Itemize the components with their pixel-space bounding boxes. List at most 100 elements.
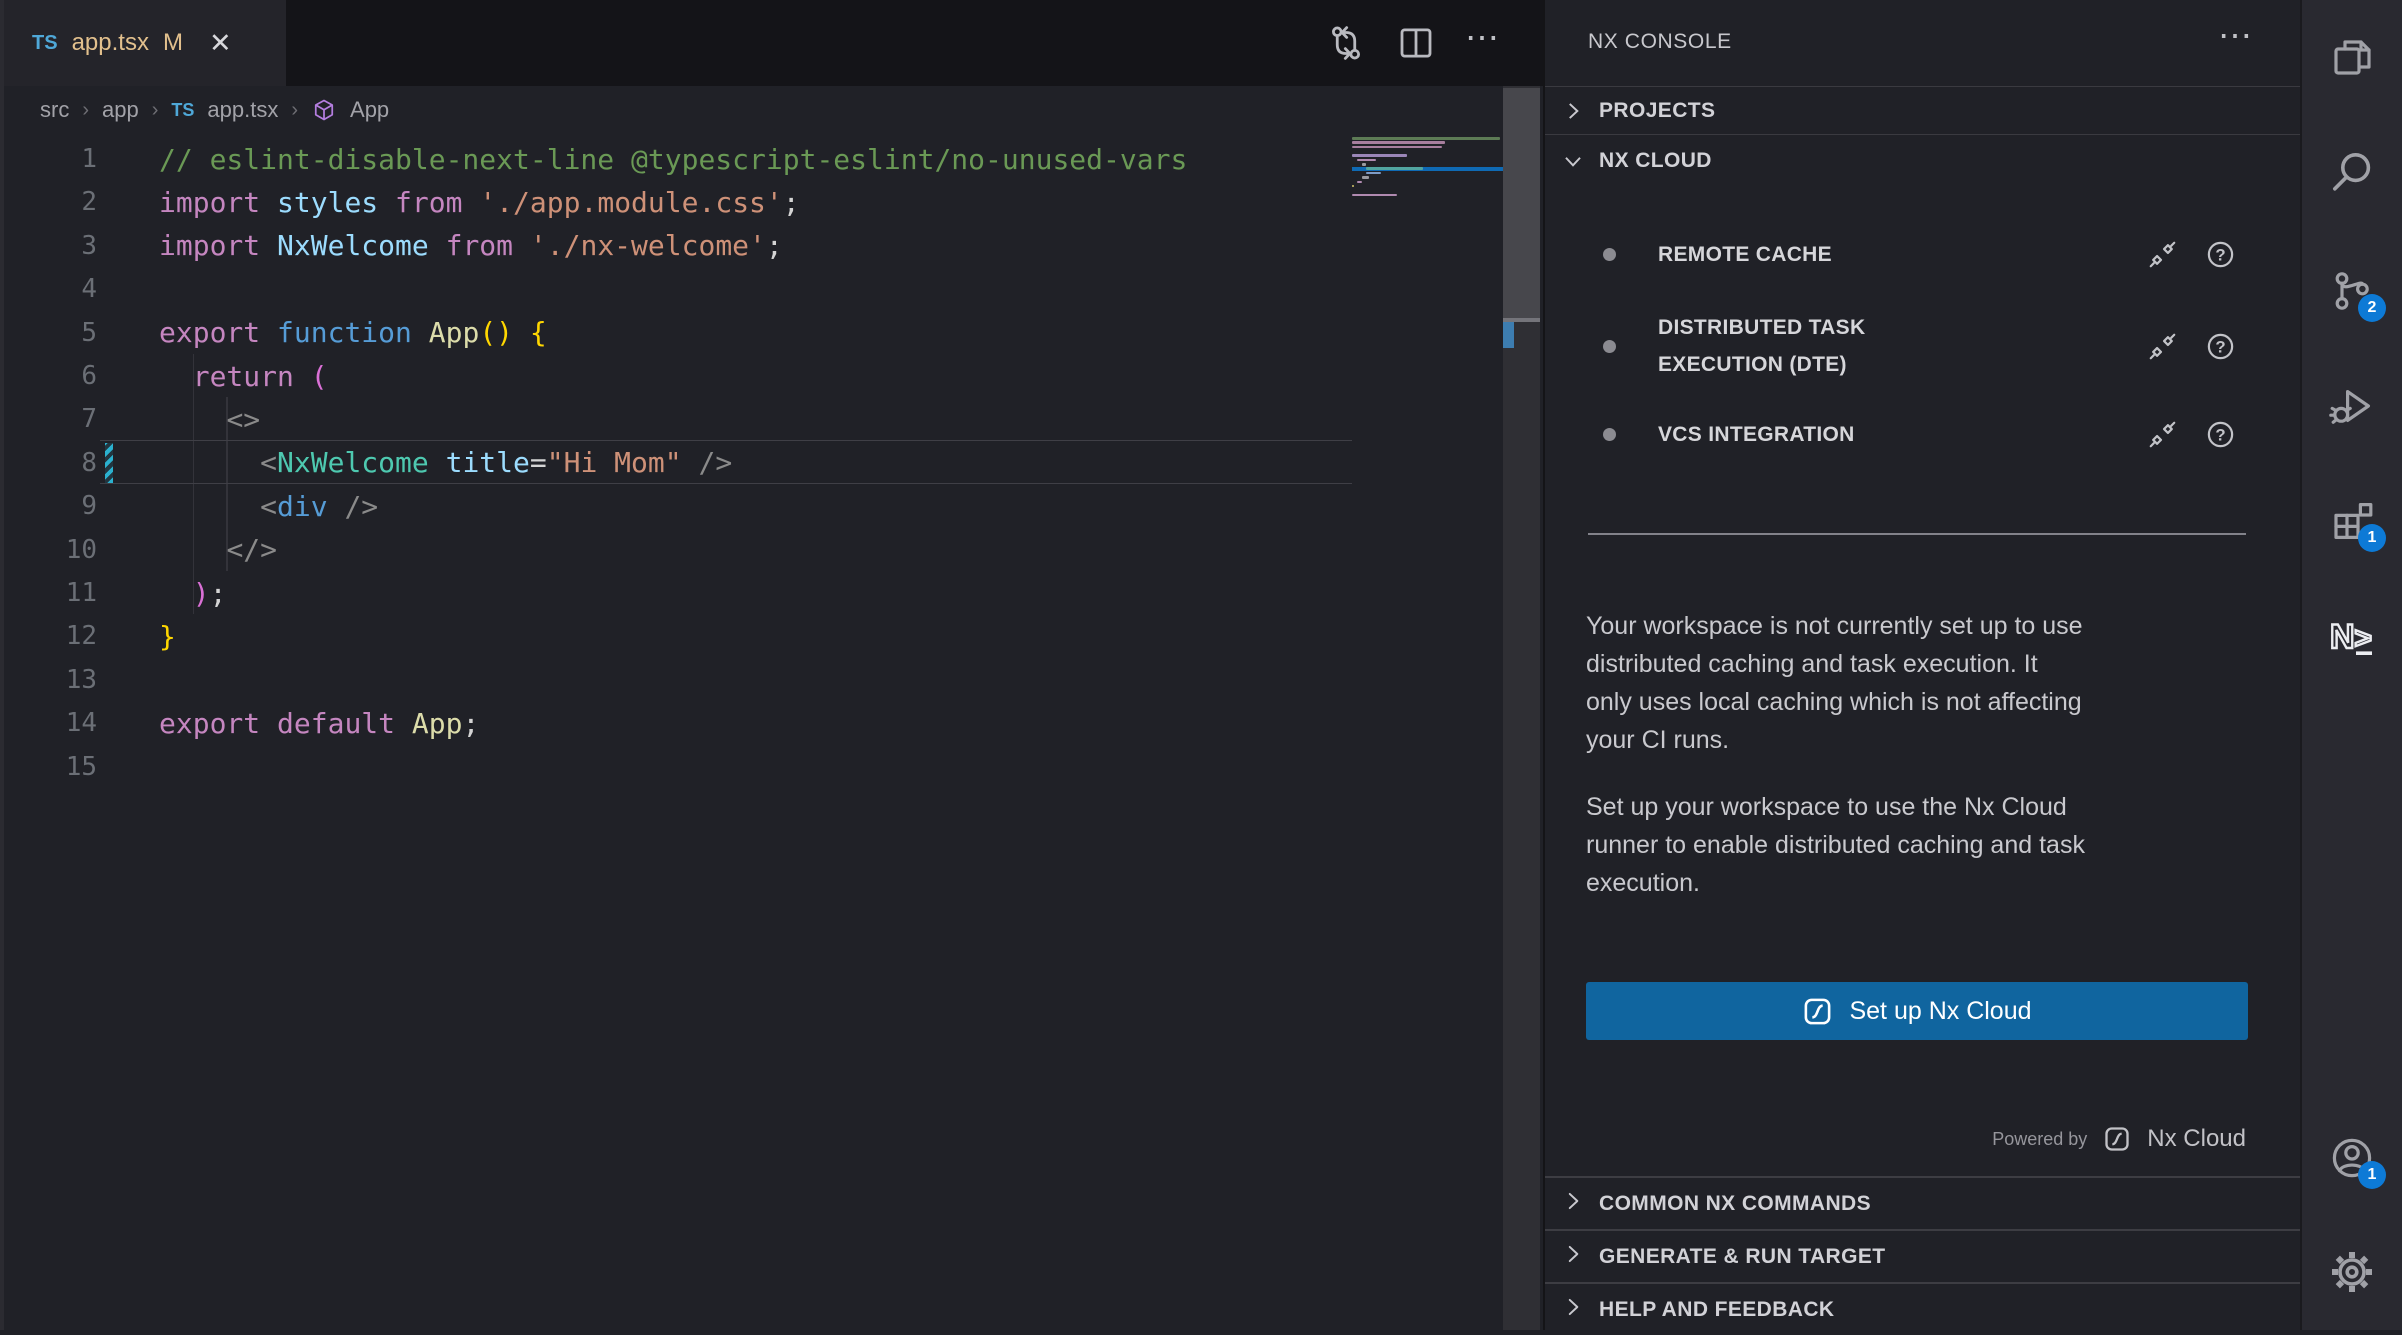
minimap-line: [1352, 146, 1442, 149]
badge: 1: [2358, 524, 2386, 552]
code-line-15[interactable]: 15: [0, 745, 1352, 789]
chevron-down-icon: [1560, 148, 1586, 174]
line-number[interactable]: 9: [0, 491, 97, 521]
line-number[interactable]: 1: [0, 144, 97, 174]
help-icon[interactable]: ?: [2205, 239, 2236, 270]
code-line-5[interactable]: 5 export function App() {: [0, 311, 1352, 355]
code-line-14[interactable]: 14export default App;: [0, 701, 1352, 745]
setup-instruction-text: Set up your workspace to use the Nx Clou…: [1586, 788, 2266, 902]
svg-text:N: N: [2330, 618, 2355, 656]
code-line-7[interactable]: 7 <>: [0, 397, 1352, 441]
code-text: return (: [159, 360, 328, 393]
window-left-edge: [0, 0, 4, 1330]
minimap-line: [1357, 159, 1376, 162]
line-number[interactable]: 2: [0, 187, 97, 217]
minimap-line: [1362, 176, 1369, 179]
code-line-13[interactable]: 13: [0, 658, 1352, 702]
code-line-10[interactable]: 10 </>: [0, 528, 1352, 572]
code-line-1[interactable]: 1// eslint-disable-next-line @typescript…: [0, 137, 1352, 181]
more-actions-icon[interactable]: ⋯: [2218, 16, 2254, 56]
line-number[interactable]: 7: [0, 404, 97, 434]
help-icon[interactable]: ?: [2205, 419, 2236, 450]
editor-scrollbar[interactable]: [1503, 86, 1540, 1330]
code-line-4[interactable]: 4: [0, 267, 1352, 311]
section-common-nx-commands[interactable]: COMMON NX COMMANDS: [1545, 1176, 2300, 1229]
chevron-right-icon: [1560, 1188, 1586, 1219]
section-nx-cloud[interactable]: NX CLOUD: [1545, 134, 2300, 186]
help-icon[interactable]: ?: [2205, 331, 2236, 362]
section-generate-run-target[interactable]: GENERATE & RUN TARGET: [1545, 1229, 2300, 1282]
minimap[interactable]: [1352, 132, 1500, 252]
minimap-line: [1352, 137, 1500, 140]
extensions-icon[interactable]: 1: [2328, 497, 2376, 545]
svg-text:>: >: [2354, 622, 2372, 655]
panel-header: NX CONSOLE ⋯: [1545, 0, 2300, 86]
line-number[interactable]: 10: [0, 535, 97, 565]
code-line-12[interactable]: 12}: [0, 614, 1352, 658]
overview-ruler-modified-marker: [1503, 322, 1514, 348]
code-text: export function App() {: [159, 316, 547, 349]
nx-cloud-item-distributed-task-execution-dte[interactable]: DISTRIBUTED TASK EXECUTION (DTE) ?: [1545, 300, 2300, 392]
nx-console-icon[interactable]: N >: [2328, 612, 2376, 660]
line-number[interactable]: 8: [0, 448, 97, 478]
activity-bar: 2 1 N > 1: [2300, 0, 2402, 1330]
panel-title: NX CONSOLE: [1588, 30, 1732, 54]
code-text: <div />: [159, 490, 378, 523]
minimap-line: [1352, 185, 1354, 188]
code-line-2[interactable]: 2import styles from './app.module.css';: [0, 180, 1352, 224]
code-line-8[interactable]: 8 <NxWelcome title="Hi Mom" />: [0, 441, 1352, 485]
code-text: import NxWelcome from './nx-welcome';: [159, 229, 783, 262]
section-help-and-feedback[interactable]: HELP AND FEEDBACK: [1545, 1282, 2300, 1335]
accounts-icon[interactable]: 1: [2328, 1134, 2376, 1182]
code-text: <NxWelcome title="Hi Mom" />: [159, 446, 732, 479]
nx-cloud-item-label: REMOTE CACHE: [1658, 236, 1832, 273]
minimap-line: [1352, 141, 1445, 144]
line-number[interactable]: 13: [0, 665, 97, 695]
chevron-right-icon: [1560, 98, 1586, 124]
line-number[interactable]: 5: [0, 318, 97, 348]
search-icon[interactable]: [2328, 148, 2376, 196]
setup-nx-cloud-button[interactable]: Set up Nx Cloud: [1586, 982, 2248, 1040]
line-number[interactable]: 12: [0, 621, 97, 651]
manage-settings-icon[interactable]: [2328, 1248, 2376, 1296]
code-text: }: [159, 620, 176, 653]
section-label: COMMON NX COMMANDS: [1599, 1192, 1871, 1216]
nx-cloud-icon: [2103, 1125, 2131, 1153]
run-and-debug-icon[interactable]: [2328, 382, 2376, 430]
code-line-11[interactable]: 11 );: [0, 571, 1352, 615]
nx-cloud-item-label: DISTRIBUTED TASK EXECUTION (DTE): [1658, 309, 1958, 383]
connect-icon[interactable]: [2147, 331, 2178, 362]
code-line-9[interactable]: 9 <div />: [0, 484, 1352, 528]
svg-text:?: ?: [2215, 425, 2225, 444]
setup-nx-cloud-button-label: Set up Nx Cloud: [1849, 997, 2031, 1026]
line-number[interactable]: 11: [0, 578, 97, 608]
chevron-right-icon: [1560, 1294, 1586, 1325]
svg-text:?: ?: [2215, 337, 2225, 356]
badge: 1: [2358, 1161, 2386, 1189]
status-dot-icon: [1603, 340, 1616, 353]
connect-icon[interactable]: [2147, 419, 2178, 450]
code-line-6[interactable]: 6 return (: [0, 354, 1352, 398]
scrollbar-thumb[interactable]: [1503, 88, 1540, 318]
section-projects[interactable]: PROJECTS: [1545, 86, 2300, 134]
section-label: PROJECTS: [1599, 99, 1715, 123]
nx-cloud-item-remote-cache[interactable]: REMOTE CACHE ?: [1545, 228, 2300, 280]
code-line-3[interactable]: 3 import NxWelcome from './nx-welcome';: [0, 224, 1352, 268]
section-label: GENERATE & RUN TARGET: [1599, 1245, 1885, 1269]
code-editor[interactable]: 1// eslint-disable-next-line @typescript…: [0, 0, 1543, 1330]
minimap-line: [1362, 163, 1367, 166]
section-label: HELP AND FEEDBACK: [1599, 1298, 1834, 1322]
line-number[interactable]: 4: [0, 274, 97, 304]
nx-cloud-item-vcs-integration[interactable]: VCS INTEGRATION ?: [1545, 408, 2300, 460]
powered-by-prefix: Powered by: [1992, 1129, 2087, 1150]
line-number[interactable]: 14: [0, 708, 97, 738]
line-number[interactable]: 15: [0, 752, 97, 782]
editor-pane: TS app.tsx M ✕ ⋯ src › app › TS a: [0, 0, 1543, 1330]
badge: 2: [2358, 294, 2386, 322]
minimap-line: [1366, 172, 1380, 175]
source-control-icon[interactable]: 2: [2328, 267, 2376, 315]
line-number[interactable]: 6: [0, 361, 97, 391]
explorer-icon[interactable]: [2328, 33, 2376, 81]
connect-icon[interactable]: [2147, 239, 2178, 270]
line-number[interactable]: 3: [0, 231, 97, 261]
